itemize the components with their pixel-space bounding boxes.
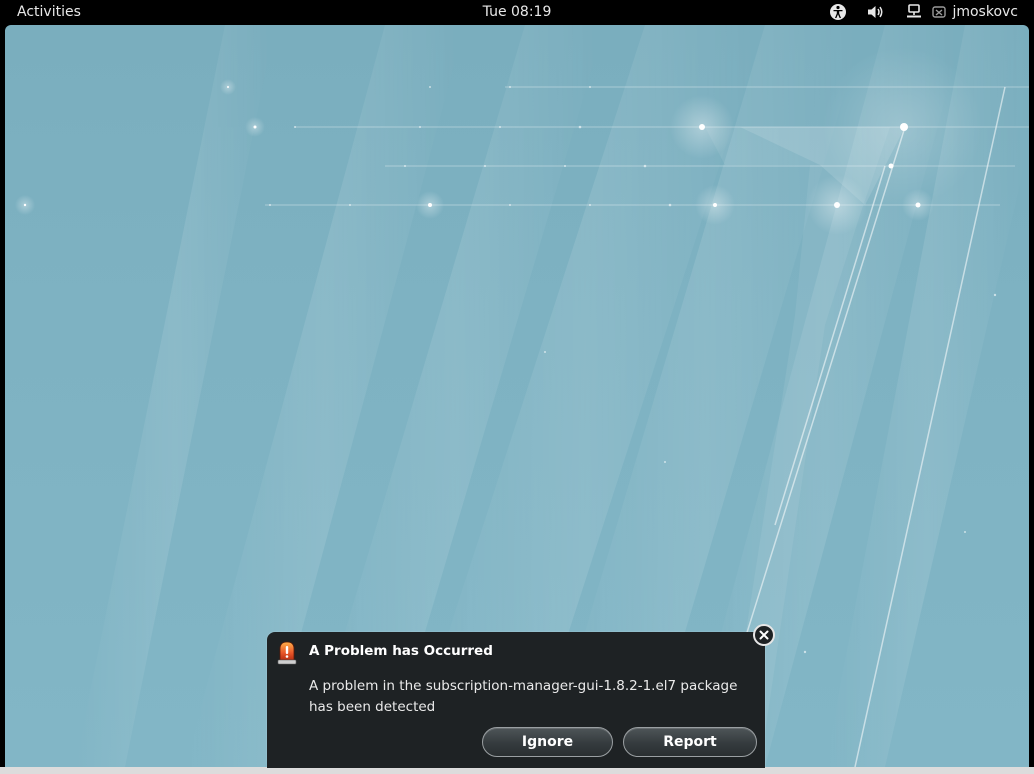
activities-button[interactable]: Activities <box>17 4 81 20</box>
accessibility-icon[interactable] <box>826 3 850 21</box>
top-bar: Activities Tue 08:19 jmoskovc <box>0 0 1034 25</box>
network-wired-icon[interactable] <box>902 3 926 21</box>
window-bottom-edge <box>0 767 1034 774</box>
volume-icon[interactable] <box>864 3 888 21</box>
notification-message: A problem in the subscription-manager-gu… <box>309 678 738 715</box>
warning-alarm-icon <box>277 641 297 665</box>
problem-notification: A Problem has Occurred A problem in the … <box>267 632 765 768</box>
user-status-icon <box>932 6 947 18</box>
report-button[interactable]: Report <box>623 727 757 757</box>
ignore-button[interactable]: Ignore <box>482 727 613 757</box>
close-icon <box>759 630 769 640</box>
notification-close-button[interactable] <box>753 624 775 646</box>
username-label: jmoskovc <box>952 4 1018 20</box>
notification-title: A Problem has Occurred <box>309 643 493 659</box>
system-tray: jmoskovc <box>812 3 1018 21</box>
user-menu[interactable]: jmoskovc <box>932 4 1018 20</box>
clock-button[interactable]: Tue 08:19 <box>483 4 552 20</box>
